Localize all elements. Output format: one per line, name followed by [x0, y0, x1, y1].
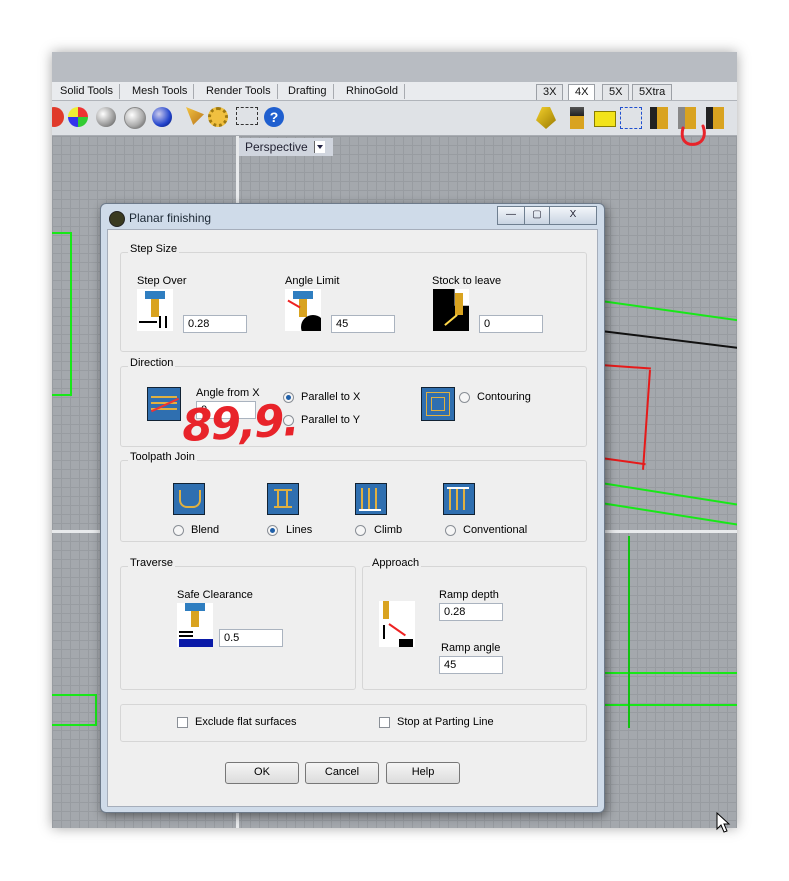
- ribbon-tab-bar: Solid Tools Mesh Tools Render Tools Draf…: [52, 82, 737, 127]
- group-title: Toolpath Join: [128, 451, 197, 463]
- stop-parting-label: Stop at Parting Line: [397, 716, 494, 728]
- contouring-label: Contouring: [477, 391, 531, 403]
- curve-green: [52, 394, 72, 396]
- tab-5x[interactable]: 5X: [602, 84, 630, 100]
- climb-label: Climb: [374, 524, 403, 536]
- curve-green: [52, 694, 97, 696]
- conventional-label: Conventional: [463, 524, 528, 536]
- settings-gear-icon[interactable]: [208, 107, 228, 127]
- stock-to-leave-icon: [433, 289, 469, 331]
- exclude-flat-checkbox[interactable]: [177, 717, 188, 728]
- curve-green: [601, 704, 737, 706]
- cancel-button[interactable]: Cancel: [305, 762, 379, 784]
- help-button[interactable]: Help: [386, 762, 460, 784]
- color-wheel-icon[interactable]: [68, 107, 88, 127]
- planar-finishing-dialog: Planar finishing — ▢ X Step Size Step Ov…: [100, 203, 605, 813]
- exclude-flat-label: Exclude flat surfaces: [195, 716, 297, 728]
- spotlight-icon[interactable]: [186, 107, 204, 125]
- tab-solid-tools[interactable]: Solid Tools: [54, 84, 120, 99]
- safe-clearance-input[interactable]: 0.5: [219, 629, 283, 647]
- curve-green: [601, 672, 737, 674]
- annotation-circle-mark: [680, 124, 706, 146]
- maximize-button[interactable]: ▢: [524, 206, 550, 225]
- parallel-y-label: Parallel to Y: [301, 414, 361, 426]
- group-title: Traverse: [128, 557, 175, 569]
- step-over-input[interactable]: 0.28: [183, 315, 247, 333]
- blend-radio[interactable]: [173, 525, 184, 536]
- approach-ramp-icon: [379, 601, 415, 647]
- group-title: Step Size: [128, 243, 180, 255]
- endmill-icon[interactable]: [570, 107, 584, 129]
- tab-rhinogold[interactable]: RhinoGold: [340, 84, 405, 99]
- group-toolpath-join: Toolpath Join Blend Lines Climb Conventi…: [120, 451, 587, 542]
- tab-render-tools[interactable]: Render Tools: [200, 84, 278, 99]
- contouring-icon: [421, 387, 455, 421]
- sphere-wire-icon[interactable]: [124, 107, 146, 129]
- ok-button[interactable]: OK: [225, 762, 299, 784]
- tab-mesh-tools[interactable]: Mesh Tools: [126, 84, 195, 99]
- curve-green: [52, 724, 97, 726]
- group-title: Approach: [370, 557, 422, 569]
- ramp-angle-label: Ramp angle: [441, 642, 501, 654]
- group-traverse: Traverse Safe Clearance 0.5: [120, 557, 356, 690]
- sphere-grey-icon[interactable]: [96, 107, 116, 127]
- blend-label: Blend: [191, 524, 220, 536]
- tab-4x[interactable]: 4X: [568, 84, 596, 100]
- close-button[interactable]: X: [549, 206, 597, 225]
- stock-box-icon[interactable]: [594, 111, 616, 127]
- stock-to-leave-input[interactable]: 0: [479, 315, 543, 333]
- group-approach: Approach Ramp depth 0.28 Ramp angle 45: [362, 557, 587, 690]
- lines-radio[interactable]: [267, 525, 278, 536]
- dialog-title: Planar finishing: [129, 211, 212, 225]
- step-over-label: Step Over: [137, 275, 187, 287]
- lines-icon: [267, 483, 299, 515]
- tab-3x[interactable]: 3X: [536, 84, 564, 100]
- blend-icon: [173, 483, 205, 515]
- help-icon[interactable]: ?: [264, 107, 284, 127]
- angle-limit-label: Angle Limit: [285, 275, 340, 287]
- stock-to-leave-label: Stock to leave: [432, 275, 502, 287]
- contouring-radio[interactable]: [459, 392, 470, 403]
- toolpath-4p-icon[interactable]: [650, 107, 668, 129]
- climb-radio[interactable]: [355, 525, 366, 536]
- conventional-icon: [443, 483, 475, 515]
- tool-yellow-icon[interactable]: [536, 107, 556, 129]
- tab-5xtra[interactable]: 5Xtra: [632, 84, 673, 100]
- curve-green: [628, 536, 630, 728]
- curve-green: [70, 232, 72, 396]
- angle-limit-icon: [285, 289, 321, 331]
- app-logo-icon: [109, 211, 125, 227]
- render-color-icon[interactable]: [52, 107, 64, 127]
- group-step-size: Step Size Step Over 0.28 Angle Limit 45 …: [120, 243, 587, 352]
- ramp-depth-label: Ramp depth: [439, 589, 499, 601]
- safe-clearance-icon: [177, 603, 213, 647]
- sphere-blue-icon[interactable]: [152, 107, 172, 127]
- ramp-depth-input[interactable]: 0.28: [439, 603, 503, 621]
- stop-parting-checkbox[interactable]: [379, 717, 390, 728]
- angle-limit-input[interactable]: 45: [331, 315, 395, 333]
- step-over-icon: [137, 289, 173, 331]
- handwritten-annotation: 89,9.: [180, 395, 299, 452]
- climb-icon: [355, 483, 387, 515]
- curve-green: [95, 694, 97, 726]
- direction-angle-icon: [147, 387, 181, 421]
- dialog-body: Step Size Step Over 0.28 Angle Limit 45 …: [107, 229, 598, 807]
- conventional-radio[interactable]: [445, 525, 456, 536]
- ribbon-toolbar: ?: [52, 101, 737, 136]
- curve-green: [52, 232, 72, 234]
- group-title: Direction: [128, 357, 176, 369]
- lines-label: Lines: [286, 524, 313, 536]
- minimize-button[interactable]: —: [497, 206, 525, 225]
- group-options: Exclude flat surfaces Stop at Parting Li…: [120, 704, 587, 742]
- ramp-angle-input[interactable]: 45: [439, 656, 503, 674]
- mouse-cursor-icon: [716, 812, 731, 833]
- safe-clearance-label: Safe Clearance: [177, 589, 253, 601]
- parallel-x-label: Parallel to X: [301, 391, 361, 403]
- chevron-down-icon[interactable]: [314, 141, 325, 153]
- axis-4-icon[interactable]: [620, 107, 642, 129]
- dimension-icon[interactable]: [236, 107, 258, 125]
- tab-drafting[interactable]: Drafting: [282, 84, 334, 99]
